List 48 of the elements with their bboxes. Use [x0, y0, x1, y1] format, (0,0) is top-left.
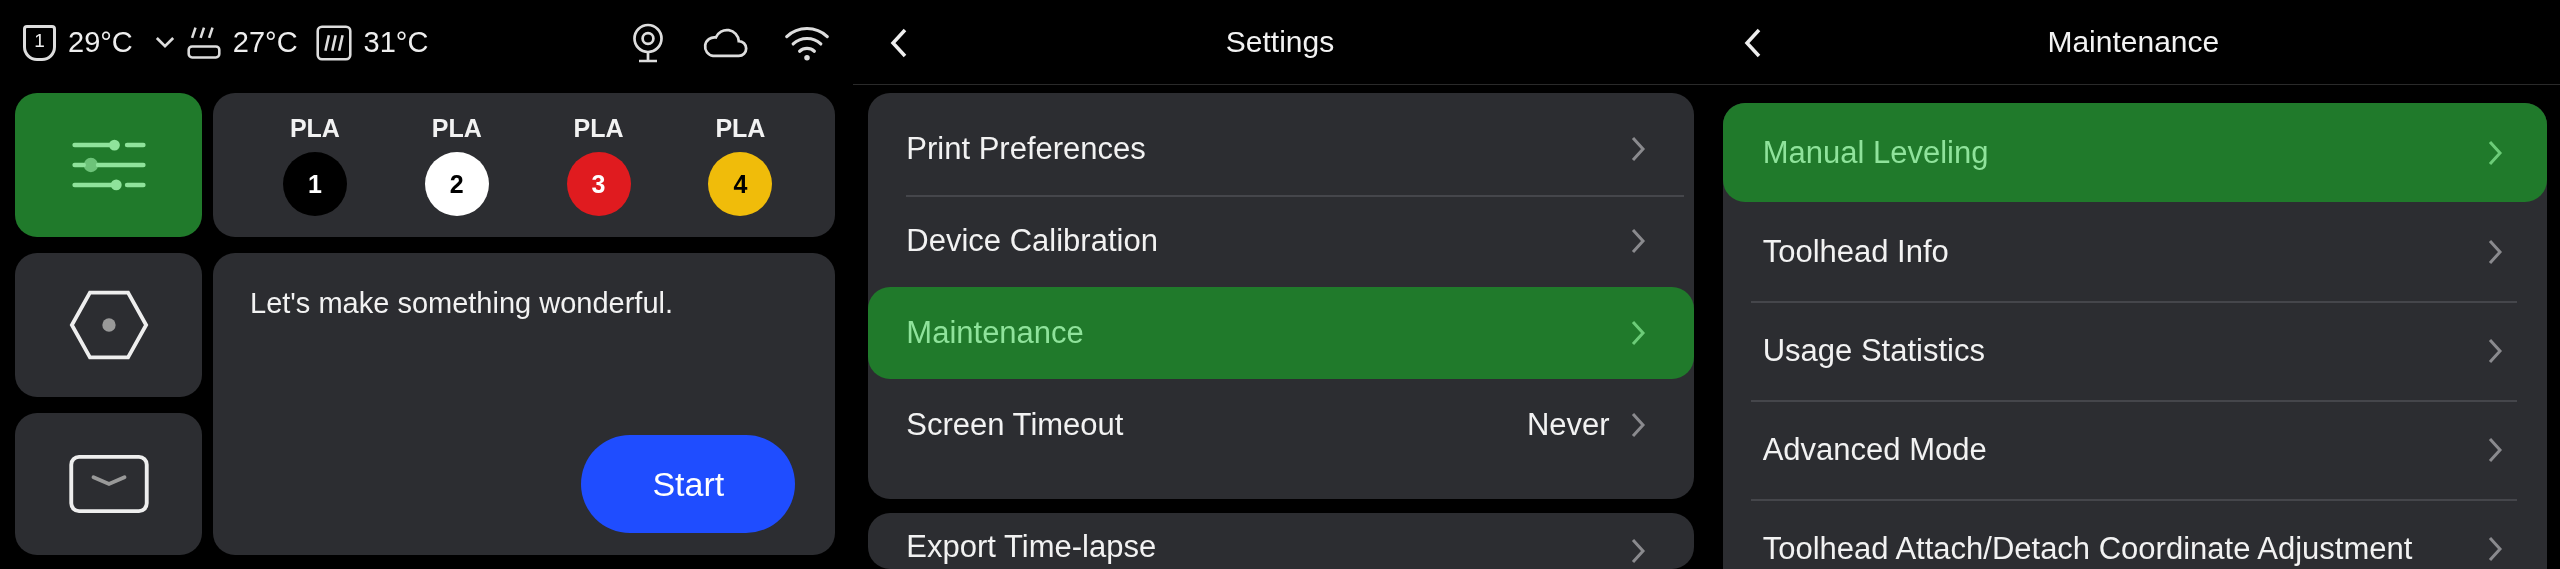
chevron-right-icon — [1629, 537, 1646, 565]
cloud-icon[interactable] — [702, 26, 749, 59]
filament-slot[interactable]: 3 — [566, 152, 631, 216]
back-icon[interactable] — [890, 28, 909, 58]
bed-temperature: 27°C — [232, 26, 298, 59]
settings-row[interactable]: Device Calibration — [868, 195, 1694, 287]
filament-type: PLA — [289, 114, 340, 143]
settings-row[interactable]: Screen Timeout Never — [868, 379, 1694, 471]
menu-row[interactable]: Manual Leveling — [1722, 103, 2547, 202]
chevron-right-icon — [1629, 411, 1646, 439]
chevron-right-icon — [1629, 227, 1646, 255]
filament-slot[interactable]: 4 — [708, 152, 773, 216]
menu-row[interactable]: Usage Statistics — [1722, 301, 2547, 400]
settings-row[interactable]: Print Preferences — [868, 103, 1694, 195]
filament-slot[interactable]: 1 — [282, 152, 347, 216]
chevron-right-icon — [2487, 336, 2503, 365]
chamber-temperature: 31°C — [363, 26, 429, 59]
settings-row[interactable]: Maintenance — [868, 287, 1694, 379]
chevron-right-icon — [1629, 135, 1646, 163]
chevron-right-icon — [2487, 138, 2503, 167]
tray-icon — [67, 454, 150, 514]
nozzle-temperature: 29°C — [68, 26, 133, 59]
filament-type: PLA — [715, 114, 766, 143]
menu-row[interactable]: Toolhead Attach/Detach Coordinate Adjustment — [1722, 499, 2547, 569]
welcome-message: Let's make something wonderful. — [250, 287, 674, 320]
settings-row[interactable]: Export Time-lapse — [868, 513, 1694, 569]
chevron-down-icon[interactable] — [154, 36, 175, 49]
nozzle-tile[interactable] — [15, 253, 202, 397]
chevron-right-icon — [2487, 534, 2503, 563]
menu-row[interactable]: Toolhead Info — [1722, 202, 2547, 301]
back-icon[interactable] — [1743, 28, 1762, 58]
chamber-icon — [315, 24, 352, 61]
filament-slot[interactable]: 2 — [424, 152, 489, 216]
setting-value: Never — [1526, 407, 1610, 443]
filament-type: PLA — [431, 114, 482, 143]
chevron-right-icon — [2487, 237, 2503, 266]
menu-row[interactable]: Advanced Mode — [1722, 400, 2547, 499]
chevron-right-icon — [1629, 319, 1646, 347]
hexagon-icon — [68, 289, 149, 361]
sliders-icon — [70, 137, 147, 193]
extruder-badge: 1 — [23, 24, 56, 61]
chevron-right-icon — [2487, 435, 2503, 464]
page-title: Settings — [1225, 25, 1335, 59]
filament-type: PLA — [573, 114, 624, 143]
controls-tile[interactable] — [15, 93, 202, 237]
start-button[interactable]: Start — [581, 435, 796, 533]
tray-tile[interactable] — [15, 413, 202, 555]
page-title: Maintenance — [2047, 25, 2220, 59]
